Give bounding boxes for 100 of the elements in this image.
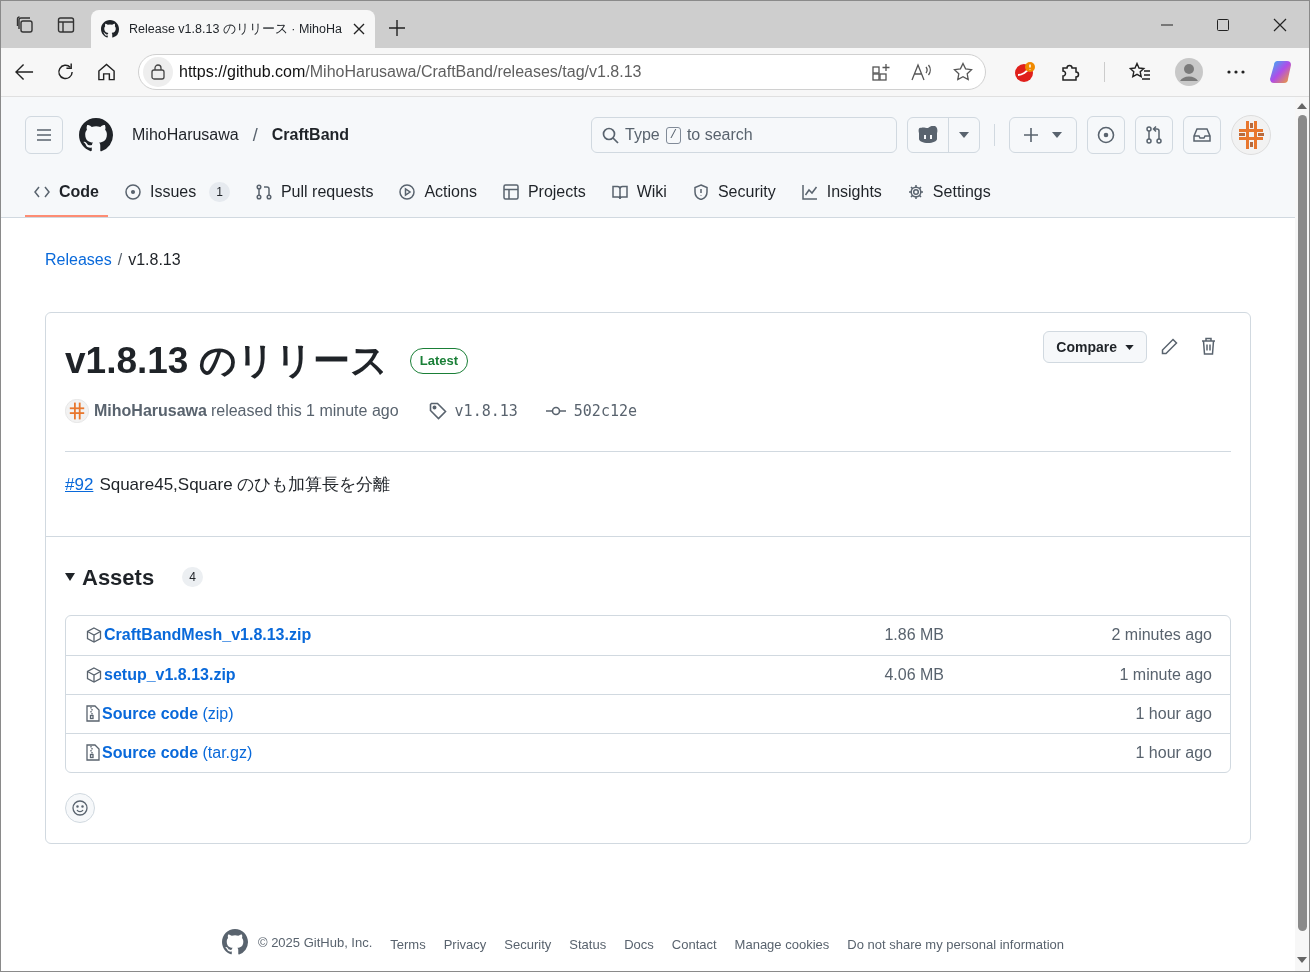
asset-time: 1 hour ago (1134, 742, 1212, 763)
gear-icon (907, 184, 924, 200)
tab-actions-icon[interactable] (15, 14, 35, 35)
nav-tab[interactable]: Settings (898, 171, 1000, 217)
plus-icon (1024, 128, 1038, 142)
code-icon (34, 184, 50, 200)
close-icon[interactable] (353, 23, 365, 35)
asset-link[interactable]: Source code (tar.gz) (102, 740, 253, 765)
author-link[interactable]: MihoHarusawa (94, 399, 207, 423)
issue-link[interactable]: #92 (65, 472, 94, 498)
url-text: https://github.com/MihoHarusawa/CraftBand/releases/tag/v1.8.13 (179, 62, 642, 82)
issue-circle-icon (125, 184, 141, 200)
footer-link[interactable]: Terms (390, 935, 426, 955)
caret-icon (1052, 132, 1062, 138)
nav-tab[interactable]: Pull requests (246, 171, 383, 217)
search-placeholder: to search (686, 125, 753, 145)
copyright-text: © 2025 GitHub, Inc. (257, 933, 373, 952)
more-icon[interactable] (1227, 70, 1245, 74)
footer-link[interactable]: Status (569, 935, 607, 955)
nav-tab[interactable]: Code (25, 171, 108, 217)
shortcut-key: / (665, 126, 681, 144)
nav-tab[interactable]: Actions (390, 171, 486, 217)
smiley-icon (72, 799, 88, 816)
apps-add-icon[interactable] (872, 62, 891, 82)
assets-heading[interactable]: Assets (82, 560, 155, 594)
zip-file-icon (86, 705, 100, 722)
github-logo-icon[interactable] (221, 929, 248, 955)
footer-link[interactable]: Contact (671, 935, 717, 955)
footer-link[interactable]: Security (504, 935, 552, 955)
nav-tab[interactable]: Wiki (602, 171, 676, 217)
owner-link[interactable]: MihoHarusawa (132, 123, 239, 147)
profile-avatar-icon[interactable] (1175, 58, 1203, 86)
github-logo-icon (101, 20, 119, 38)
asset-link[interactable]: setup_v1.8.13.zip (104, 662, 236, 687)
footer-link[interactable]: Do not share my personal information (847, 935, 1065, 955)
asset-link[interactable]: CraftBandMesh_v1.8.13.zip (104, 623, 312, 647)
extensions-puzzle-icon[interactable] (1060, 62, 1080, 82)
nav-tab[interactable]: Security (683, 171, 785, 217)
package-icon (86, 627, 102, 643)
minimize-icon[interactable] (1161, 23, 1173, 26)
asset-time: 1 hour ago (1134, 703, 1212, 724)
search-icon (602, 126, 619, 144)
scrollbar[interactable] (1295, 97, 1309, 971)
asset-size: 4.06 MB (883, 664, 944, 685)
tab-title: Release v1.8.13 のリリース · MihoHa (129, 20, 343, 38)
footer-link[interactable]: Docs (624, 935, 654, 955)
close-icon[interactable] (1273, 17, 1287, 32)
package-icon (86, 666, 102, 683)
caret-icon (959, 132, 969, 138)
back-icon[interactable] (15, 63, 34, 81)
asset-link[interactable]: Source code (zip) (102, 701, 234, 726)
caret-icon (1125, 344, 1134, 350)
pull-requests-button[interactable] (1135, 116, 1173, 154)
releases-link[interactable]: Releases (45, 248, 112, 272)
issues-button[interactable] (1087, 116, 1125, 154)
commit-link[interactable]: 502c12e (573, 399, 638, 423)
favorite-star-icon[interactable] (953, 62, 973, 82)
search-field[interactable]: Type / to search (591, 117, 897, 153)
github-logo-icon[interactable] (79, 118, 113, 152)
scroll-down-icon[interactable] (1297, 957, 1307, 963)
edit-pencil-icon[interactable] (1161, 338, 1178, 355)
trash-icon[interactable] (1201, 337, 1216, 355)
breadcrumb-separator: / (117, 250, 123, 270)
new-tab-icon[interactable] (389, 20, 405, 36)
copilot-split-button[interactable] (907, 117, 980, 153)
compare-button[interactable]: Compare (1043, 331, 1147, 363)
nav-tab[interactable]: Projects (493, 171, 595, 217)
favorites-list-icon[interactable] (1129, 62, 1151, 82)
refresh-icon[interactable] (56, 62, 75, 82)
inbox-button[interactable] (1183, 116, 1221, 154)
nav-tab[interactable]: Insights (792, 171, 891, 217)
home-icon[interactable] (97, 62, 116, 82)
release-title: v1.8.13 のリリース (65, 339, 388, 383)
tag-link[interactable]: v1.8.13 (454, 399, 518, 423)
scroll-up-icon[interactable] (1297, 103, 1307, 109)
extension-badge-icon[interactable] (1014, 61, 1036, 83)
shield-icon (692, 184, 709, 200)
asset-size: 1.86 MB (883, 625, 944, 645)
caret-icon[interactable] (65, 573, 75, 581)
zip-file-icon (86, 744, 100, 761)
footer-link[interactable]: Manage cookies (734, 935, 830, 955)
scrollbar-thumb[interactable] (1297, 115, 1307, 931)
author-avatar-icon (65, 399, 89, 423)
breadcrumb-current: v1.8.13 (128, 250, 181, 270)
add-reaction-button[interactable] (65, 792, 95, 823)
lock-icon (151, 64, 165, 80)
browser-tab[interactable]: Release v1.8.13 のリリース · MihoHa (91, 10, 375, 48)
footer-link[interactable]: Privacy (443, 935, 487, 955)
sidebar-panel-icon[interactable] (57, 15, 75, 34)
create-new-button[interactable] (1009, 117, 1077, 153)
address-bar[interactable]: https://github.com/MihoHarusawa/CraftBand/releases/tag/v1.8.13 (138, 54, 986, 90)
menu-button[interactable] (25, 116, 63, 154)
nav-tab[interactable]: Issues 1 (116, 171, 239, 217)
pull-request-icon (1146, 126, 1162, 144)
read-aloud-icon[interactable] (911, 63, 933, 81)
repo-link[interactable]: CraftBand (271, 123, 350, 147)
maximize-icon[interactable] (1217, 18, 1229, 31)
graph-icon (801, 184, 818, 200)
inbox-icon (1193, 127, 1211, 143)
user-avatar-icon[interactable] (1231, 115, 1271, 155)
